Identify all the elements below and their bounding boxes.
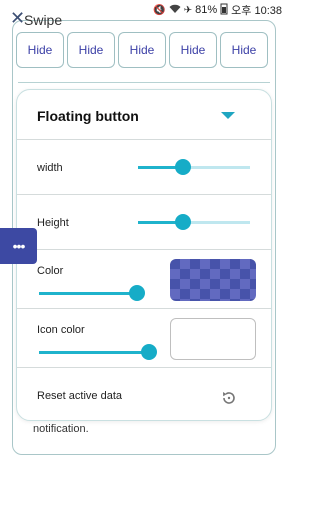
notification-text: notification. [33, 423, 89, 435]
close-icon[interactable]: ✕ [10, 9, 25, 27]
airplane-icon: ✈ [183, 4, 193, 16]
hide-button-1[interactable]: Hide [16, 32, 64, 68]
slider-thumb[interactable] [174, 214, 191, 230]
icon-color-label: Icon color [37, 324, 85, 336]
height-slider[interactable] [138, 214, 250, 230]
hide-button-4[interactable]: Hide [169, 32, 217, 68]
floating-button-handle[interactable]: ••• [0, 228, 37, 264]
reset-icon[interactable] [220, 389, 238, 407]
color-row: Color [17, 250, 271, 309]
width-row: width [17, 140, 271, 195]
swipe-label: Swipe [24, 12, 63, 28]
height-row: Height [17, 195, 271, 250]
more-dots-icon: ••• [12, 238, 26, 254]
floating-button-dialog: Floating button width Height Color Icon … [16, 89, 272, 421]
color-label: Color [37, 265, 64, 277]
hide-button-3[interactable]: Hide [118, 32, 166, 68]
chevron-down-icon[interactable] [221, 112, 235, 119]
reset-label: Reset active data [37, 390, 122, 402]
reset-row[interactable]: Reset active data [17, 368, 271, 420]
slider-thumb[interactable] [141, 344, 157, 360]
slider-thumb[interactable] [174, 159, 191, 175]
height-label: Height [37, 217, 69, 229]
hide-button-row: Hide Hide Hide Hide Hide [16, 32, 268, 68]
icon-color-swatch[interactable] [170, 318, 256, 360]
hide-button-2[interactable]: Hide [67, 32, 115, 68]
width-label: width [37, 162, 63, 174]
divider [18, 82, 270, 83]
width-slider[interactable] [138, 159, 250, 175]
icon-color-slider[interactable] [39, 344, 157, 360]
dialog-title: Floating button [37, 108, 139, 124]
battery-percent: 81% [195, 4, 218, 16]
dialog-header[interactable]: Floating button [17, 90, 271, 140]
color-swatch[interactable] [170, 259, 256, 301]
hide-button-5[interactable]: Hide [220, 32, 268, 68]
slider-thumb[interactable] [129, 285, 145, 301]
clock: 오후 10:38 [231, 5, 282, 17]
wifi-icon [169, 4, 181, 17]
color-slider[interactable] [39, 285, 145, 301]
icon-color-row: Icon color [17, 309, 271, 368]
battery-icon [220, 3, 228, 18]
mute-icon: 🔇 [153, 4, 166, 16]
